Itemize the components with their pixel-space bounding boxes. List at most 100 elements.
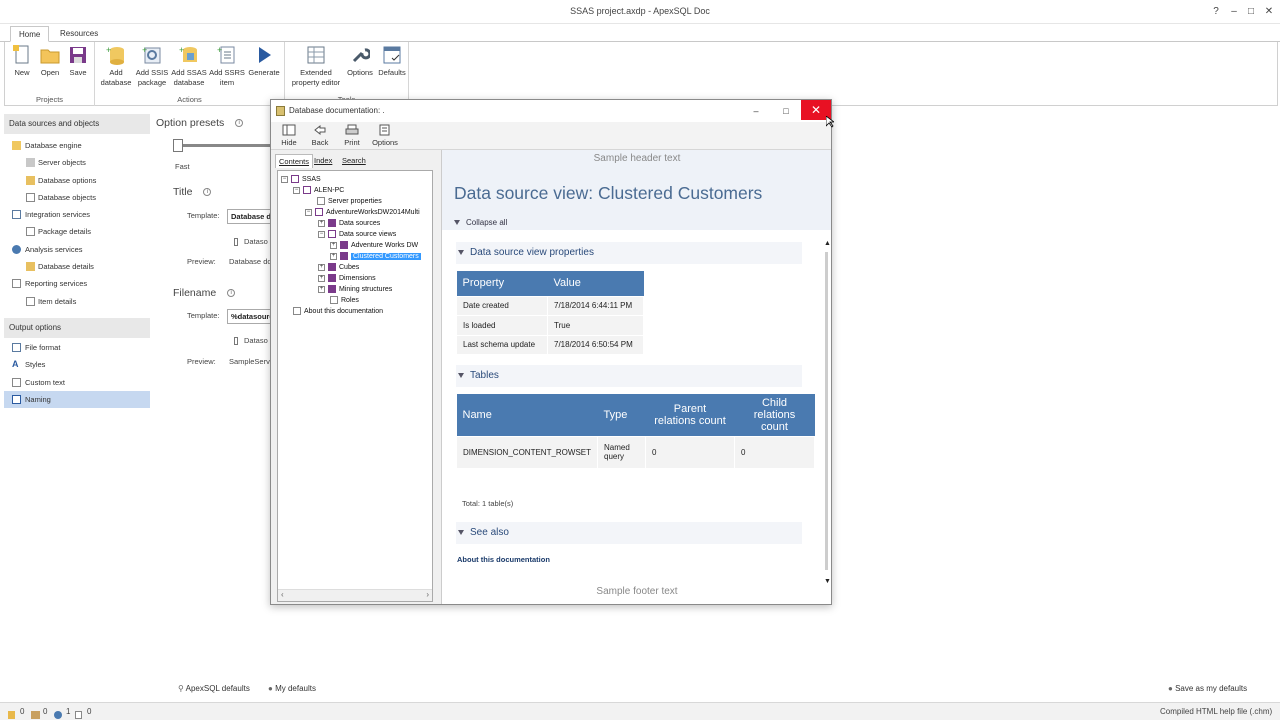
tree-node-data-source-views[interactable]: − Data source views bbox=[318, 229, 396, 240]
sidebar-item-label: Database objects bbox=[38, 192, 96, 202]
sidebar-item-database-engine[interactable]: Database engine bbox=[4, 137, 150, 154]
sidebar-item-naming[interactable]: Naming bbox=[4, 390, 150, 409]
add-ssas-button[interactable]: + Add SSAS database bbox=[171, 45, 207, 88]
collapse-triangle-icon bbox=[458, 529, 464, 535]
sidebar-item-database-objects[interactable]: Database objects bbox=[4, 189, 150, 206]
sidebar-item-database-options[interactable]: Database options bbox=[4, 172, 150, 189]
defaults-button[interactable]: Defaults bbox=[377, 45, 407, 78]
add-ssrs-button[interactable]: + Add SSRS item bbox=[209, 45, 245, 88]
table-cell: Is loaded bbox=[456, 315, 548, 336]
option-presets-label: Option presets bbox=[156, 117, 225, 129]
help-button[interactable]: ? bbox=[1208, 4, 1224, 20]
book-open-icon bbox=[315, 208, 323, 217]
sidebar-item-label: Naming bbox=[25, 394, 51, 404]
save-button[interactable]: Save bbox=[65, 45, 91, 78]
about-documentation-link[interactable]: About this documentation bbox=[457, 555, 550, 564]
generate-label: Generate bbox=[248, 68, 280, 77]
tree-node-alen-pc[interactable]: − ALEN-PC bbox=[293, 185, 344, 196]
dialog-toolbar: Hide Back Print Options bbox=[271, 122, 831, 150]
tab-search[interactable]: Search bbox=[339, 154, 369, 168]
preset-slider-track[interactable] bbox=[174, 144, 274, 147]
wrench-icon: ⚲ bbox=[178, 684, 184, 693]
scroll-left-icon[interactable]: ‹ bbox=[281, 590, 284, 599]
extended-property-editor-button[interactable]: Extended property editor bbox=[289, 45, 343, 88]
sidebar-item-label: Custom text bbox=[25, 377, 66, 387]
hide-button[interactable]: Hide bbox=[279, 124, 299, 147]
expand-icon[interactable]: + bbox=[330, 252, 337, 260]
options-button[interactable]: Options bbox=[345, 45, 375, 78]
dialog-minimize-icon[interactable]: – bbox=[749, 104, 763, 118]
status-count-packages: 0 bbox=[43, 707, 48, 716]
sidebar-item-reporting-services[interactable]: Reporting services bbox=[4, 275, 150, 292]
title-datasource-chip[interactable]: Dataso bbox=[234, 237, 268, 247]
collapse-icon[interactable]: − bbox=[293, 186, 300, 194]
section-tables[interactable]: Tables bbox=[456, 365, 802, 387]
status-count-databases: 0 bbox=[20, 707, 25, 716]
back-button[interactable]: Back bbox=[310, 124, 330, 147]
tab-resources[interactable]: Resources bbox=[52, 26, 106, 42]
slider-fast-label: Fast bbox=[175, 162, 190, 171]
minimize-icon[interactable]: – bbox=[1226, 4, 1242, 20]
expand-icon[interactable]: + bbox=[318, 285, 325, 293]
tree-node-cubes[interactable]: + Cubes bbox=[318, 262, 359, 273]
tab-contents[interactable]: Contents bbox=[275, 154, 314, 168]
dialog-maximize-icon[interactable]: □ bbox=[779, 104, 793, 118]
close-icon[interactable]: ✕ bbox=[1261, 4, 1277, 20]
sidebar-item-file-format[interactable]: File format bbox=[4, 339, 150, 356]
sidebar-item-styles[interactable]: A Styles bbox=[4, 356, 150, 373]
tree-node-ssas[interactable]: − SSAS bbox=[281, 174, 321, 185]
filename-datasource-chip[interactable]: Dataso bbox=[234, 336, 268, 346]
back-arrow-icon bbox=[313, 124, 327, 136]
tree-node-clustered-customers[interactable]: + Clustered Customers bbox=[330, 251, 421, 262]
collapse-all-link[interactable]: Collapse all bbox=[454, 218, 507, 227]
scroll-right-icon[interactable]: › bbox=[426, 590, 429, 599]
sidebar-item-server-objects[interactable]: Server objects bbox=[4, 154, 150, 171]
tree-node-server-properties[interactable]: Server properties bbox=[317, 196, 382, 207]
preset-slider-thumb[interactable] bbox=[173, 139, 183, 152]
tree-node-adventure-works-dw[interactable]: + Adventure Works DW bbox=[330, 240, 418, 251]
sidebar-item-custom-text[interactable]: Custom text bbox=[4, 374, 150, 391]
expand-icon[interactable]: + bbox=[330, 241, 337, 249]
my-defaults-button[interactable]: ● My defaults bbox=[268, 684, 316, 693]
add-ssis-button[interactable]: + Add SSIS package bbox=[135, 45, 169, 88]
open-button[interactable]: Open bbox=[37, 45, 63, 78]
sidebar-item-item-details[interactable]: Item details bbox=[4, 293, 150, 310]
expand-icon[interactable]: + bbox=[318, 219, 325, 227]
tree-node-adventureworks[interactable]: − AdventureWorksDW2014Multi bbox=[305, 207, 420, 218]
scroll-up-icon[interactable]: ▲ bbox=[824, 240, 831, 247]
section-dsv-properties[interactable]: Data source view properties bbox=[456, 242, 802, 264]
table-row: DIMENSION_CONTENT_ROWSET Named query 0 0 bbox=[455, 435, 815, 469]
collapse-icon[interactable]: − bbox=[281, 175, 288, 183]
new-button[interactable]: New bbox=[9, 45, 35, 78]
sidebar-item-integration-services[interactable]: Integration services bbox=[4, 206, 150, 223]
add-database-button[interactable]: + Add database bbox=[99, 45, 133, 88]
collapse-icon[interactable]: − bbox=[305, 208, 312, 216]
apexsql-defaults-button[interactable]: ⚲ ApexSQL defaults bbox=[178, 684, 250, 693]
tree-node-dimensions[interactable]: + Dimensions bbox=[318, 273, 376, 284]
filename-chip-label: Dataso bbox=[244, 336, 268, 345]
dialog-options-button[interactable]: Options bbox=[372, 124, 398, 147]
tree-node-data-sources[interactable]: + Data sources bbox=[318, 218, 380, 229]
maximize-icon[interactable]: □ bbox=[1243, 4, 1259, 20]
sidebar-item-analysis-services[interactable]: Analysis services bbox=[4, 241, 150, 258]
sidebar-item-package-details[interactable]: Package details bbox=[4, 223, 150, 240]
collapse-icon[interactable]: − bbox=[318, 230, 325, 238]
tree-node-about[interactable]: About this documentation bbox=[293, 306, 383, 317]
scroll-thumb[interactable] bbox=[825, 252, 828, 570]
tab-home[interactable]: Home bbox=[10, 26, 50, 42]
print-button[interactable]: Print bbox=[342, 124, 362, 147]
database-options-icon bbox=[26, 175, 35, 185]
tree-node-mining-structures[interactable]: + Mining structures bbox=[318, 284, 392, 295]
tree-horizontal-scrollbar[interactable]: ‹ › bbox=[278, 589, 432, 601]
section-see-also[interactable]: See also bbox=[456, 522, 802, 544]
save-as-my-defaults-button[interactable]: ● Save as my defaults bbox=[1168, 684, 1247, 693]
expand-icon[interactable]: + bbox=[318, 263, 325, 271]
content-vertical-scrollbar[interactable]: ▲ ▼ bbox=[823, 240, 831, 585]
sidebar-item-database-details[interactable]: Database details bbox=[4, 258, 150, 275]
scroll-down-icon[interactable]: ▼ bbox=[824, 578, 831, 585]
custom-text-icon bbox=[12, 377, 21, 387]
expand-icon[interactable]: + bbox=[318, 274, 325, 282]
generate-button[interactable]: Generate bbox=[247, 45, 281, 78]
tab-index[interactable]: Index bbox=[311, 154, 335, 168]
tree-node-roles[interactable]: Roles bbox=[330, 295, 359, 306]
